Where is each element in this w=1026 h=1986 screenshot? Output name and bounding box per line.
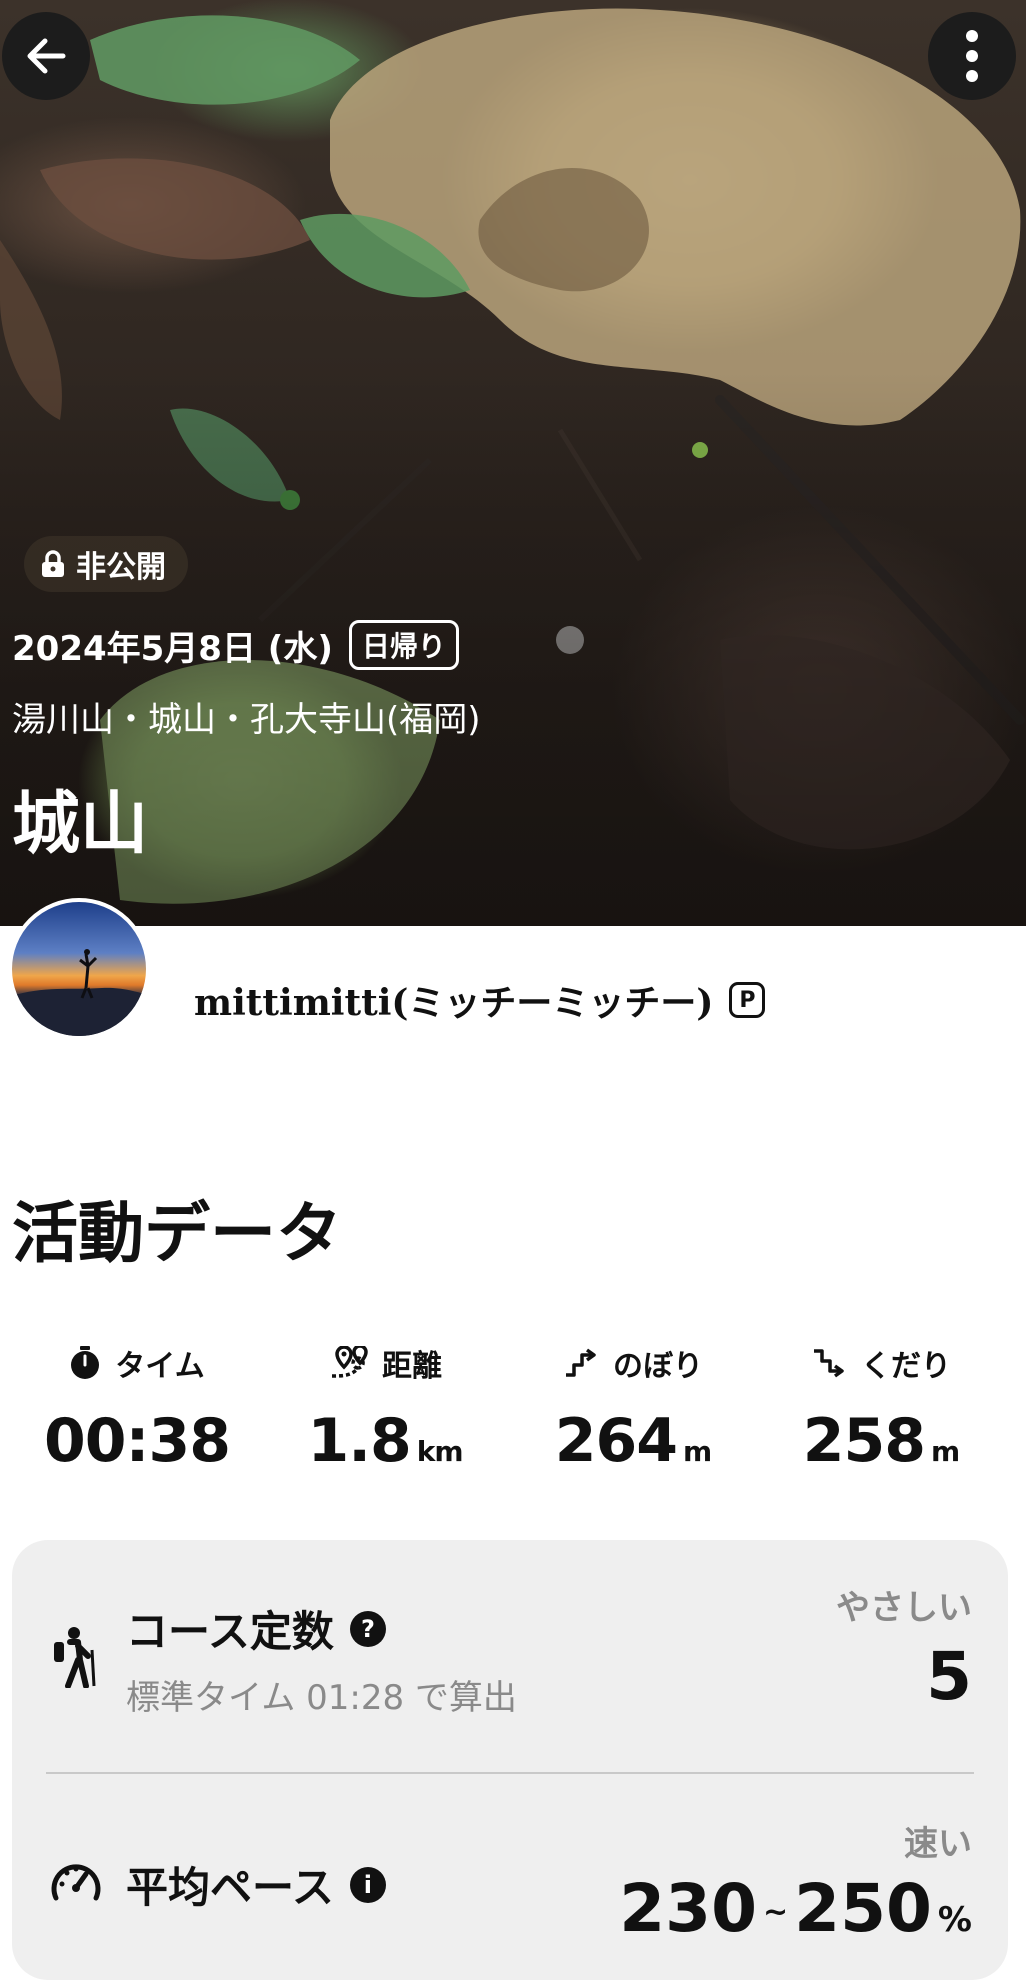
hero-photo[interactable]: 非公開 2024年5月8日 (水) 日帰り 湯川山・城山・孔大寺山(福岡) 城山 xyxy=(0,0,1026,926)
more-options-button[interactable] xyxy=(928,12,1016,100)
hero-shade xyxy=(0,0,1026,926)
stopwatch-icon xyxy=(71,1346,100,1379)
descent-icon xyxy=(814,1349,844,1378)
stat-value: 00:38 xyxy=(44,1406,231,1476)
speedometer-icon xyxy=(51,1864,101,1901)
user-name: mittimitti(ミッチーミッチー) xyxy=(194,982,714,1024)
stat-label: くだり xyxy=(861,1349,951,1384)
pace-max: 250 xyxy=(794,1870,932,1947)
pace-unit: % xyxy=(937,1900,972,1940)
stat-descent: くだり 258 m xyxy=(756,1340,1006,1476)
route-pin-icon xyxy=(331,1346,368,1378)
stat-value: 1.8 xyxy=(307,1406,411,1476)
stat-distance: 距離 1.8 km xyxy=(260,1340,510,1476)
average-pace-label: 平均ペース xyxy=(126,1863,334,1912)
course-constant-row[interactable]: コース定数 ? 標準タイム 01:28 で算出 やさしい 5 xyxy=(12,1540,1008,1772)
mountain-area[interactable]: 湯川山・城山・孔大寺山(福岡) xyxy=(12,692,481,741)
privacy-label: 非公開 xyxy=(76,550,166,585)
stat-label: タイム xyxy=(115,1349,205,1384)
info-icon[interactable]: i xyxy=(349,1866,386,1903)
activity-date: 2024年5月8日 (水) xyxy=(12,628,333,669)
activity-date-line: 2024年5月8日 (水) 日帰り xyxy=(12,620,459,670)
page-title: 城山 xyxy=(12,785,149,864)
privacy-badge: 非公開 xyxy=(24,536,188,592)
pace-range: 230 ~250% xyxy=(619,1870,972,1947)
user-name-row[interactable]: mittimitti(ミッチーミッチー) P xyxy=(194,974,766,1026)
standard-time-note: 標準タイム 01:28 で算出 xyxy=(126,1678,517,1718)
avatar[interactable] xyxy=(8,898,150,1040)
stat-unit: m xyxy=(683,1435,712,1468)
stat-value: 264 xyxy=(554,1406,678,1476)
course-level: やさしい xyxy=(836,1588,972,1628)
activity-section-title: 活動データ xyxy=(12,1195,342,1272)
average-pace-row[interactable]: 平均ペース i 速い 230 ~250% xyxy=(12,1774,1008,1980)
activity-stats: タイム 00:38 距離 1.8 km のぼり 264 m くだり 258 m xyxy=(0,1340,1026,1490)
premium-badge: P xyxy=(729,982,766,1018)
pace-tilde: ~ xyxy=(763,1895,789,1931)
avatar-image xyxy=(12,949,146,1036)
trip-type-badge: 日帰り xyxy=(348,620,459,670)
back-button[interactable] xyxy=(2,12,90,100)
lock-icon xyxy=(42,550,64,577)
ascent-icon xyxy=(566,1348,596,1377)
question-icon[interactable]: ? xyxy=(349,1610,386,1647)
course-constant-value: 5 xyxy=(926,1638,972,1715)
course-pace-card: コース定数 ? 標準タイム 01:28 で算出 やさしい 5 平均ペース i 速… xyxy=(12,1540,1008,1980)
more-vertical-icon xyxy=(966,30,978,82)
stat-time: タイム 00:38 xyxy=(12,1340,262,1476)
stat-label: 距離 xyxy=(382,1349,442,1384)
stat-ascent: のぼり 264 m xyxy=(508,1340,758,1476)
hiker-icon xyxy=(54,1627,96,1688)
stat-value: 258 xyxy=(802,1406,926,1476)
course-constant-label: コース定数 xyxy=(126,1607,334,1656)
stat-label: のぼり xyxy=(613,1349,703,1384)
stat-unit: km xyxy=(416,1435,464,1468)
arrow-left-icon xyxy=(27,38,66,74)
pace-level: 速い xyxy=(904,1824,972,1864)
pace-min: 230 xyxy=(619,1870,757,1947)
stat-unit: m xyxy=(931,1435,960,1468)
